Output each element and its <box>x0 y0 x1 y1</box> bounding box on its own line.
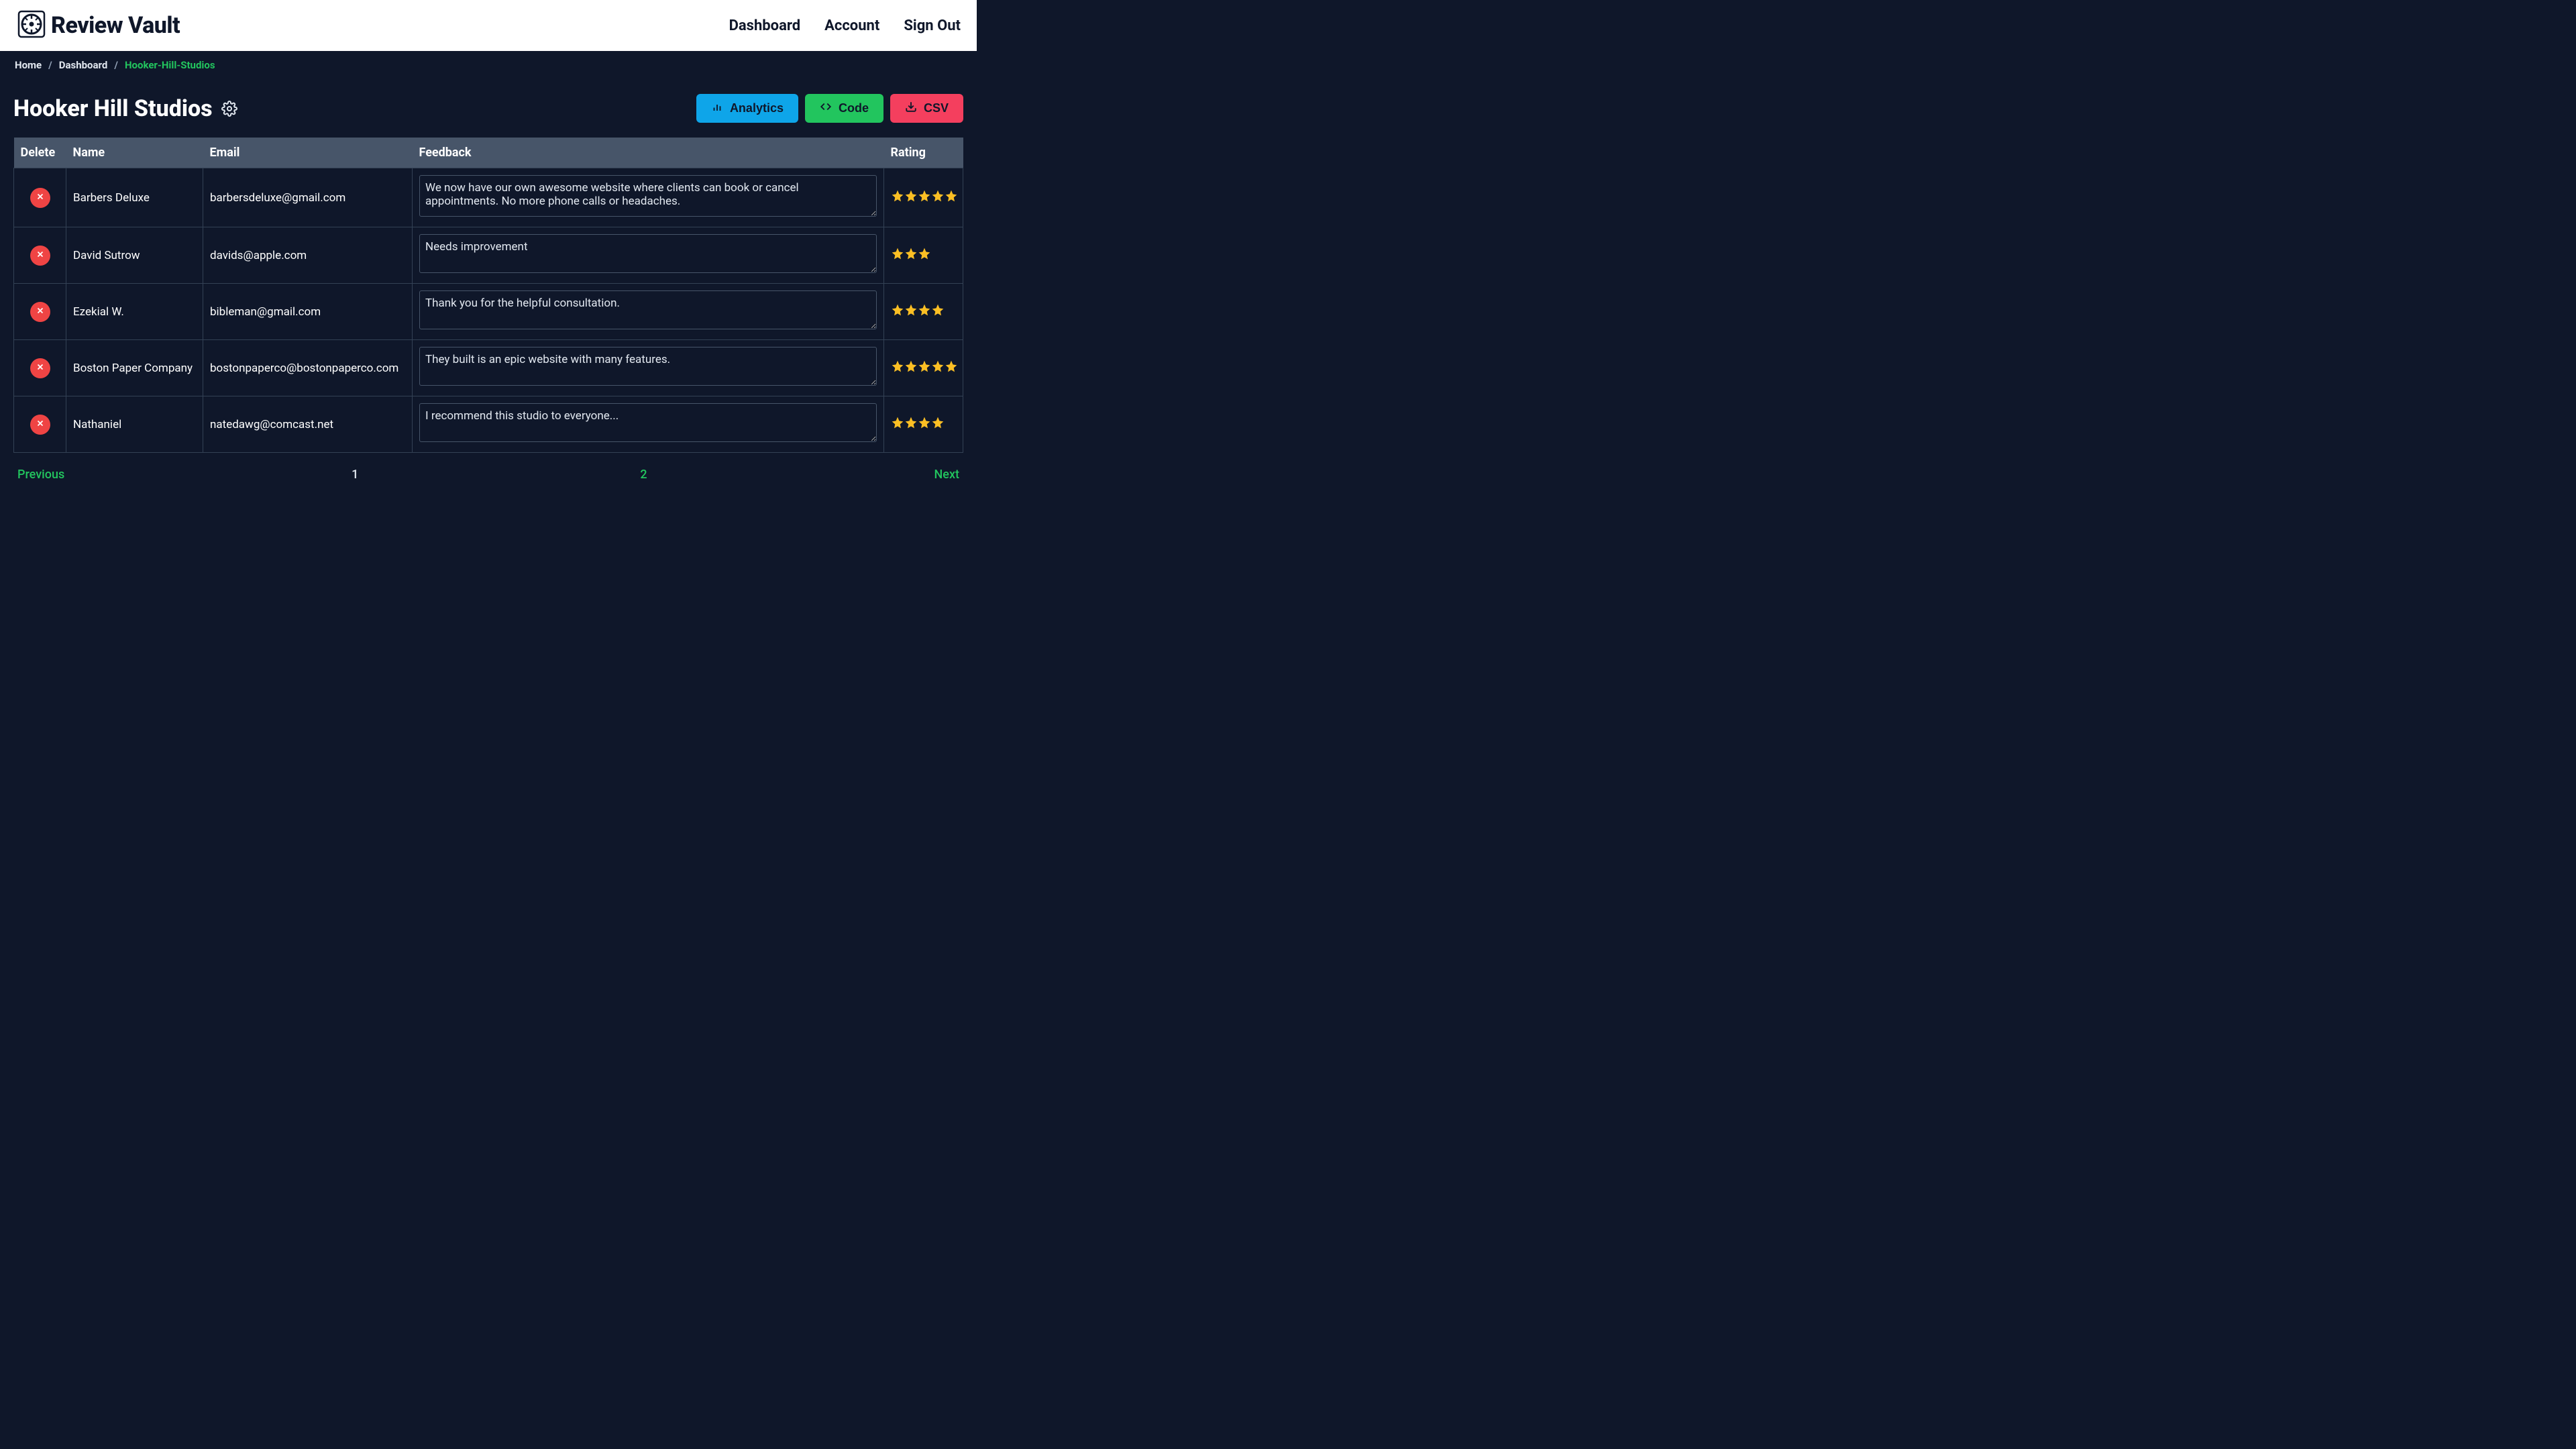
cell-delete <box>14 284 66 340</box>
cell-email: natedawg@comcast.net <box>203 396 413 453</box>
delete-button[interactable] <box>30 415 50 435</box>
reviews-table-wrap: Delete Name Email Feedback Rating Barber… <box>0 138 977 453</box>
topbar: Review Vault Dashboard Account Sign Out <box>0 0 977 51</box>
cell-delete <box>14 340 66 396</box>
nav-dashboard[interactable]: Dashboard <box>729 17 801 34</box>
brand[interactable]: Review Vault <box>16 9 180 42</box>
action-buttons: Analytics Code CSV <box>696 94 963 123</box>
rating-stars <box>891 250 931 264</box>
feedback-textarea[interactable]: We now have our own awesome website wher… <box>419 175 877 217</box>
nav-links: Dashboard Account Sign Out <box>729 17 961 34</box>
page-title: Hooker Hill Studios <box>13 95 213 122</box>
feedback-textarea[interactable]: Thank you for the helpful consultation. <box>419 290 877 329</box>
cell-name: Barbers Deluxe <box>66 168 203 227</box>
th-email: Email <box>203 138 413 168</box>
code-button[interactable]: Code <box>805 94 883 123</box>
th-feedback: Feedback <box>413 138 884 168</box>
cell-delete <box>14 396 66 453</box>
gear-icon[interactable] <box>221 100 238 117</box>
brand-name: Review Vault <box>51 12 180 39</box>
cell-feedback: I recommend this studio to everyone... <box>413 396 884 453</box>
delete-button[interactable] <box>30 246 50 266</box>
close-icon <box>36 306 45 317</box>
close-icon <box>36 250 45 261</box>
delete-button[interactable] <box>30 358 50 378</box>
pagination-page[interactable]: 1 <box>352 468 358 482</box>
rating-stars <box>891 307 945 320</box>
cell-feedback: Thank you for the helpful consultation. <box>413 284 884 340</box>
feedback-textarea[interactable]: They built is an epic website with many … <box>419 347 877 386</box>
cell-delete <box>14 227 66 284</box>
pagination-previous[interactable]: Previous <box>17 468 64 482</box>
cell-delete <box>14 168 66 227</box>
cell-name: David Sutrow <box>66 227 203 284</box>
nav-account[interactable]: Account <box>824 17 879 34</box>
rating-stars <box>891 193 958 206</box>
nav-signout[interactable]: Sign Out <box>904 17 961 34</box>
breadcrumb-sep: / <box>114 59 118 71</box>
cell-rating <box>884 284 963 340</box>
th-delete: Delete <box>14 138 66 168</box>
th-name: Name <box>66 138 203 168</box>
close-icon <box>36 419 45 430</box>
breadcrumb-current: Hooker-Hill-Studios <box>125 59 215 71</box>
feedback-textarea[interactable]: I recommend this studio to everyone... <box>419 403 877 442</box>
cell-email: barbersdeluxe@gmail.com <box>203 168 413 227</box>
cell-rating <box>884 340 963 396</box>
download-icon <box>905 101 917 116</box>
delete-button[interactable] <box>30 188 50 208</box>
cell-rating <box>884 168 963 227</box>
pagination-page[interactable]: 2 <box>640 468 647 482</box>
breadcrumb-sep: / <box>48 59 52 71</box>
cell-rating <box>884 227 963 284</box>
delete-button[interactable] <box>30 302 50 322</box>
th-rating: Rating <box>884 138 963 168</box>
rating-stars <box>891 419 945 433</box>
rating-stars <box>891 363 958 376</box>
breadcrumb-dashboard[interactable]: Dashboard <box>59 59 108 71</box>
table-row: Boston Paper Companybostonpaperco@boston… <box>14 340 963 396</box>
feedback-textarea[interactable]: Needs improvement <box>419 234 877 273</box>
csv-button[interactable]: CSV <box>890 94 963 123</box>
cell-email: davids@apple.com <box>203 227 413 284</box>
cell-email: bostonpaperco@bostonpaperco.com <box>203 340 413 396</box>
cell-feedback: They built is an epic website with many … <box>413 340 884 396</box>
cell-name: Ezekial W. <box>66 284 203 340</box>
code-label: Code <box>839 101 869 115</box>
table-row: Barbers Deluxebarbersdeluxe@gmail.comWe … <box>14 168 963 227</box>
cell-name: Boston Paper Company <box>66 340 203 396</box>
close-icon <box>36 362 45 374</box>
analytics-button[interactable]: Analytics <box>696 94 798 123</box>
table-row: David Sutrowdavids@apple.comNeeds improv… <box>14 227 963 284</box>
pagination: Previous 12 Next <box>0 453 977 482</box>
title-left: Hooker Hill Studios <box>13 95 238 122</box>
pagination-pages: 12 <box>352 468 647 482</box>
csv-label: CSV <box>924 101 949 115</box>
cell-feedback: Needs improvement <box>413 227 884 284</box>
brand-logo-icon <box>16 9 47 42</box>
table-row: Nathanielnatedawg@comcast.netI recommend… <box>14 396 963 453</box>
bar-chart-icon <box>711 101 723 116</box>
pagination-next[interactable]: Next <box>934 468 959 482</box>
breadcrumb-home[interactable]: Home <box>15 59 42 71</box>
analytics-label: Analytics <box>730 101 784 115</box>
title-row: Hooker Hill Studios Analytics Code CSV <box>0 76 977 138</box>
code-icon <box>820 101 832 116</box>
reviews-table: Delete Name Email Feedback Rating Barber… <box>13 138 963 453</box>
table-row: Ezekial W.bibleman@gmail.comThank you fo… <box>14 284 963 340</box>
cell-feedback: We now have our own awesome website wher… <box>413 168 884 227</box>
cell-rating <box>884 396 963 453</box>
breadcrumb: Home / Dashboard / Hooker-Hill-Studios <box>0 51 977 76</box>
close-icon <box>36 192 45 203</box>
cell-email: bibleman@gmail.com <box>203 284 413 340</box>
cell-name: Nathaniel <box>66 396 203 453</box>
